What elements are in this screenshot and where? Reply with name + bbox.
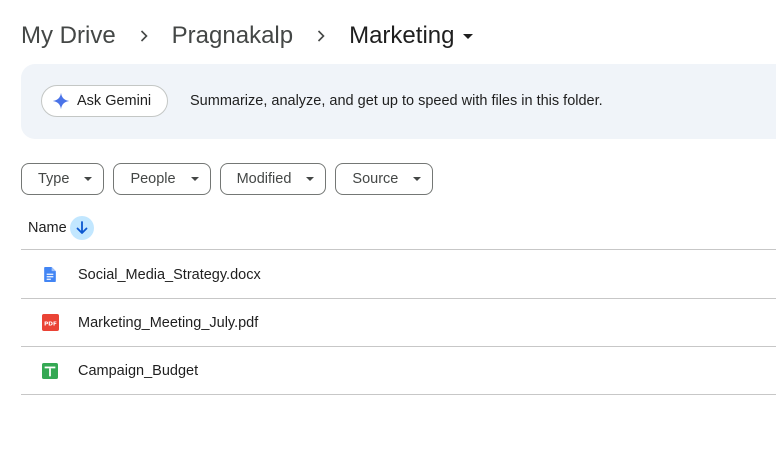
gemini-banner: Ask Gemini Summarize, analyze, and get u…: [21, 64, 776, 139]
ask-gemini-label: Ask Gemini: [77, 93, 152, 109]
filter-type-label: Type: [38, 171, 70, 187]
caret-down-icon: [305, 174, 315, 184]
gemini-spark-icon: [52, 92, 70, 110]
chevron-right-icon: [116, 28, 172, 44]
file-list-header: Name: [21, 206, 776, 250]
sort-direction-button[interactable]: [69, 215, 94, 240]
file-row[interactable]: Campaign_Budget: [21, 347, 776, 395]
filter-bar: Type People Modified Source: [21, 163, 442, 195]
caret-down-icon: [412, 174, 422, 184]
filter-source-chip[interactable]: Source: [335, 163, 434, 195]
sheets-icon: [41, 362, 59, 380]
file-list: Social_Media_Strategy.docx PDF Marketing…: [21, 251, 776, 395]
ask-gemini-button[interactable]: Ask Gemini: [41, 85, 169, 117]
filter-source-label: Source: [352, 171, 399, 187]
breadcrumb-marketing: Marketing: [349, 22, 455, 49]
file-name: Social_Media_Strategy.docx: [78, 266, 261, 283]
caret-down-icon: [83, 174, 93, 184]
filter-modified-label: Modified: [236, 171, 292, 187]
breadcrumb: My Drive Pragnakalp Marketing: [21, 18, 478, 54]
file-row[interactable]: PDF Marketing_Meeting_July.pdf: [21, 299, 776, 347]
breadcrumb-pragnakalp[interactable]: Pragnakalp: [172, 22, 293, 50]
filter-people-label: People: [130, 171, 176, 187]
pdf-icon: PDF: [41, 314, 59, 332]
gemini-description: Summarize, analyze, and get up to speed …: [190, 93, 603, 109]
arrow-down-icon: [76, 220, 88, 234]
docs-icon: [41, 266, 59, 284]
filter-modified-chip[interactable]: Modified: [219, 163, 327, 195]
breadcrumb-my-drive[interactable]: My Drive: [21, 22, 116, 50]
caret-down-icon: [458, 26, 478, 46]
file-name: Campaign_Budget: [78, 362, 199, 379]
filter-people-chip[interactable]: People: [113, 163, 211, 195]
file-row[interactable]: Social_Media_Strategy.docx: [21, 251, 776, 299]
chevron-right-icon: [293, 28, 349, 44]
breadcrumb-current-folder-menu[interactable]: Marketing: [349, 22, 478, 50]
file-name: Marketing_Meeting_July.pdf: [78, 314, 259, 331]
column-name-header[interactable]: Name: [28, 220, 67, 236]
caret-down-icon: [190, 174, 200, 184]
filter-type-chip[interactable]: Type: [21, 163, 105, 195]
svg-text:PDF: PDF: [44, 321, 57, 327]
